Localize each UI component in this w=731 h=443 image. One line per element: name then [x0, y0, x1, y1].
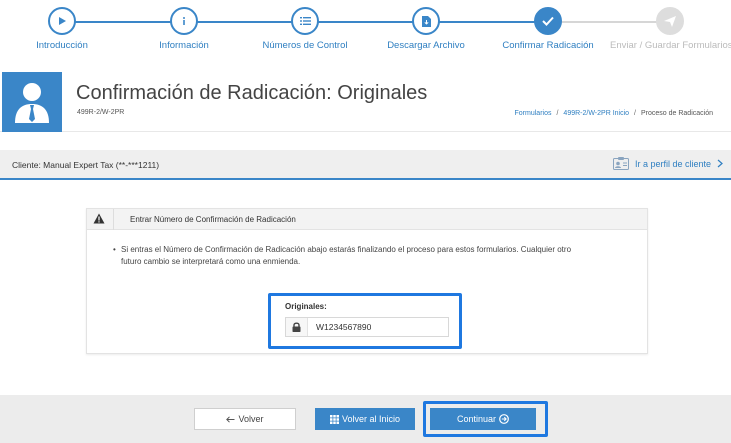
step-enviar-guardar: Enviar / Guardar Formularios: [610, 7, 731, 51]
home-button-label: Volver al Inicio: [341, 414, 401, 424]
progress-stepper: Introducción Información Números de Cont…: [0, 0, 731, 62]
info-icon: [170, 7, 198, 35]
originales-highlight-box: Originales:: [268, 293, 462, 349]
step-label: Números de Control: [262, 40, 348, 51]
bullet-point: •: [113, 245, 116, 254]
warning-icon: [93, 213, 105, 224]
page-title: Confirmación de Radicación: Originales: [76, 82, 428, 104]
continue-button-label: Continuar: [456, 414, 497, 424]
continue-button[interactable]: Continuar: [430, 408, 536, 430]
client-profile-link[interactable]: Ir a perfil de cliente: [612, 157, 723, 170]
step-descargar-archivo[interactable]: Descargar Archivo: [366, 7, 486, 51]
step-informacion[interactable]: Información: [124, 7, 244, 51]
grid-icon: [329, 414, 339, 424]
check-icon: [534, 7, 562, 35]
client-profile-label: Ir a perfil de cliente: [634, 158, 711, 169]
back-button-label: Volver: [238, 414, 264, 424]
main-content: Entrar Número de Confirmación de Radicac…: [0, 182, 731, 395]
list-icon: [291, 7, 319, 35]
breadcrumb: Formularios / 499R-2/W-2PR Inicio / Proceso …: [515, 110, 713, 117]
file-download-icon: [412, 7, 440, 35]
back-button[interactable]: Volver: [194, 408, 296, 430]
step-confirmar-radicacion[interactable]: Confirmar Radicación: [488, 7, 608, 51]
originales-label: Originales:: [285, 302, 327, 311]
arrow-left-icon: [226, 415, 235, 423]
arrow-circle-right-icon: [499, 414, 509, 424]
send-icon: [656, 7, 684, 35]
breadcrumb-current: Proceso de Radicación: [641, 110, 713, 117]
breadcrumb-inicio[interactable]: 499R-2/W-2PR Inicio: [563, 110, 629, 117]
panel-header: Entrar Número de Confirmación de Radicac…: [87, 209, 647, 230]
breadcrumb-separator: /: [556, 110, 559, 117]
confirmation-number-input[interactable]: [308, 322, 438, 332]
play-icon: [48, 7, 76, 35]
step-label: Información: [159, 40, 209, 51]
step-label: Descargar Archivo: [387, 40, 465, 51]
step-label: Confirmar Radicación: [502, 40, 594, 51]
page-header: Confirmación de Radicación: Originales 4…: [0, 72, 731, 132]
id-card-icon: [612, 157, 629, 170]
panel-title: Entrar Número de Confirmación de Radicac…: [130, 215, 296, 224]
home-button[interactable]: Volver al Inicio: [315, 408, 415, 430]
chevron-right-icon: [717, 159, 723, 168]
user-icon: [15, 83, 49, 123]
avatar: [2, 72, 62, 132]
breadcrumb-separator: /: [634, 110, 636, 117]
client-bar: Cliente: Manual Expert Tax (**-***1211) …: [0, 150, 731, 180]
breadcrumb-formularios[interactable]: Formularios: [515, 110, 552, 117]
step-numeros-de-control[interactable]: Números de Control: [245, 7, 365, 51]
page-subtitle: 499R-2/W-2PR: [77, 109, 125, 116]
step-label: Enviar / Guardar Formularios: [610, 40, 731, 51]
panel-message: Si entras el Número de Confirmación de R…: [121, 245, 572, 266]
footer-actions: Volver Volver al Inicio Continuar: [0, 395, 731, 443]
step-label: Introducción: [36, 40, 88, 51]
lock-icon: [286, 318, 308, 336]
originales-field: [285, 317, 449, 337]
panel-header-divider: [113, 209, 114, 230]
client-name: Cliente: Manual Expert Tax (**-***1211): [12, 160, 160, 170]
panel-body: • Si entras el Número de Confirmación de…: [87, 230, 647, 268]
step-introduccion[interactable]: Introducción: [2, 7, 122, 51]
